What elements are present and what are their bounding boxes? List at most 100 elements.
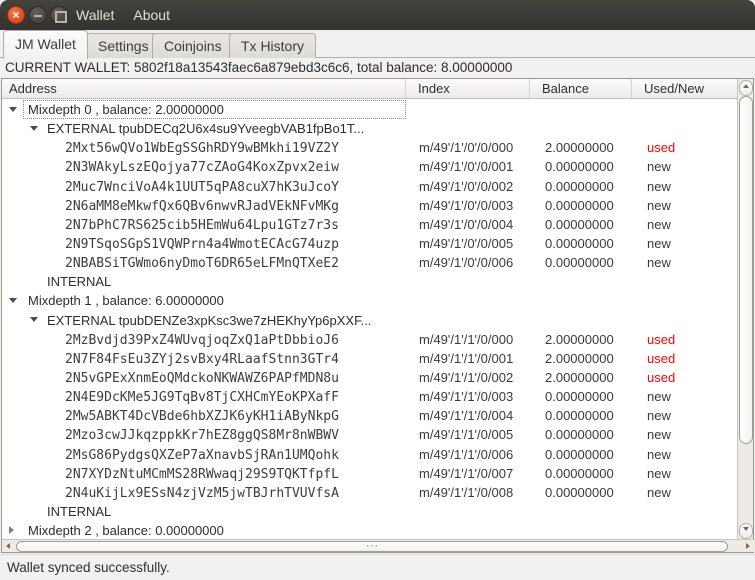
column-header-index[interactable]: Index: [406, 79, 530, 99]
tab-jm-wallet[interactable]: JM Wallet: [3, 30, 88, 59]
menu-about[interactable]: About: [133, 7, 170, 23]
row-label: 2NBABSiTGWmo6nyDmoT6DR65eLFMnQTXeE2: [65, 256, 339, 272]
tree-row-branch[interactable]: INTERNAL: [2, 502, 738, 521]
expand-arrow-icon[interactable]: [9, 526, 14, 535]
address-cell: EXTERNAL tpubDENZe3xpKsc3we7zHEKhyYp6pXX…: [2, 311, 407, 330]
collapse-arrow-icon[interactable]: [9, 106, 17, 112]
status-cell: new: [647, 408, 671, 424]
tree-row-address[interactable]: 2Mw5ABKT4DcVBde6hbXZJK6yKH1iAByNkpG m/49'…: [2, 406, 738, 425]
column-header-usednew[interactable]: Used/New: [632, 79, 738, 99]
tab-tx-history[interactable]: Tx History: [229, 33, 316, 58]
index-cell: m/49'/1'/1'/0/002: [419, 369, 514, 385]
tree-row-address[interactable]: 2N5vGPExXnmEoQMdckoNKWAWZ6PAPfMDN8u m/49'…: [2, 368, 738, 387]
address-cell: Mixdepth 1 , balance: 6.00000000: [2, 291, 407, 310]
tree-row-branch[interactable]: EXTERNAL tpubDENZe3xpKsc3we7zHEKhyYp6pXX…: [2, 311, 738, 330]
row-label: 2N7F84FsEu3ZYj2svBxy4RLaafStnn3GTr4: [65, 351, 339, 367]
balance-cell: 0.00000000: [545, 178, 614, 194]
address-cell: 2Mxt56wQVo1WbEgSSGhRDY9wBMkhi19VZ2Y: [2, 138, 407, 157]
tree-row-address[interactable]: 2N7F84FsEu3ZYj2svBxy4RLaafStnn3GTr4 m/49'…: [2, 349, 738, 368]
status-cell: new: [647, 255, 671, 271]
status-cell: used: [647, 331, 676, 347]
row-label: EXTERNAL tpubDENZe3xpKsc3we7zHEKhyYp6pXX…: [47, 312, 372, 328]
index-cell: m/49'/1'/0'/0/001: [419, 159, 514, 175]
tree-row-address[interactable]: 2MzBvdjd39PxZ4WUvqjoqZxQ1aPtDbbioJ6 m/49'…: [2, 330, 738, 349]
status-cell: new: [647, 197, 671, 213]
tree-row-address[interactable]: 2N6aMM8eMkwfQx6QBv6nwvRJadVEkNFvMKg m/49'…: [2, 196, 738, 215]
tree-row-branch[interactable]: INTERNAL: [2, 272, 738, 291]
collapse-arrow-icon[interactable]: [9, 297, 17, 303]
balance-cell: 0.00000000: [545, 235, 614, 251]
tree-row-address[interactable]: 2Mxt56wQVo1WbEgSSGhRDY9wBMkhi19VZ2Y m/49'…: [2, 138, 738, 157]
menu-wallet[interactable]: Wallet: [76, 7, 114, 23]
index-cell: m/49'/1'/0'/0/002: [419, 178, 514, 194]
horizontal-scrollbar[interactable]: ⋯: [2, 539, 755, 552]
tree-row-address[interactable]: 2Mzo3cwJJkqzppkKr7hEZ8ggQS8Mr8nWBWV m/49'…: [2, 425, 738, 444]
balance-cell: 0.00000000: [545, 408, 614, 424]
address-cell: INTERNAL: [2, 502, 407, 521]
tree-row-address[interactable]: 2N7bPhC7RS625cib5HEmWu64Lpu1GTz7r3s m/49'…: [2, 215, 738, 234]
tab-settings[interactable]: Settings: [86, 33, 161, 58]
index-cell: m/49'/1'/0'/0/003: [419, 197, 514, 213]
balance-cell: 2.00000000: [545, 331, 614, 347]
scroll-down-icon[interactable]: [739, 523, 753, 539]
balance-cell: 2.00000000: [545, 350, 614, 366]
tree-row-branch[interactable]: EXTERNAL tpubDECq2U6x4su9YveegbVAB1fpBo1…: [2, 119, 738, 138]
tree-row-address[interactable]: 2NBABSiTGWmo6nyDmoT6DR65eLFMnQTXeE2 m/49'…: [2, 253, 738, 272]
maximize-icon[interactable]: [50, 6, 68, 24]
status-cell: [633, 521, 738, 540]
status-cell: new: [647, 178, 671, 194]
balance-cell: 0.00000000: [545, 427, 614, 443]
address-cell: EXTERNAL tpubDECq2U6x4su9YveegbVAB1fpBo1…: [2, 119, 407, 138]
tree-row-address[interactable]: 2N4E9DcKMe5JG9TqBv8TjCXHCmYEoKPXafF m/49'…: [2, 387, 738, 406]
index-cell: m/49'/1'/1'/0/003: [419, 389, 514, 405]
vertical-scrollbar[interactable]: [737, 79, 753, 540]
tree-row-address[interactable]: 2N4uKijLx9ESsN4zjVzM5jwTBJrhTVUVfsA m/49'…: [2, 483, 738, 502]
balance-cell: 2.00000000: [545, 369, 614, 385]
status-cell: new: [647, 465, 671, 481]
balance-cell: [531, 119, 633, 138]
address-cell: 2NBABSiTGWmo6nyDmoT6DR65eLFMnQTXeE2: [2, 253, 407, 272]
close-icon[interactable]: ×: [7, 6, 25, 24]
address-cell: 2N4E9DcKMe5JG9TqBv8TjCXHCmYEoKPXafF: [2, 387, 407, 406]
tree-row-address[interactable]: 2N9TSqoSGpS1VQWPrn4a4WmotECAcG74uzp m/49'…: [2, 234, 738, 253]
collapse-arrow-icon[interactable]: [30, 125, 38, 131]
horizontal-scrollbar-thumb[interactable]: ⋯: [16, 539, 728, 552]
index-cell: m/49'/1'/0'/0/005: [419, 235, 514, 251]
row-label: 2N4E9DcKMe5JG9TqBv8TjCXHCmYEoKPXafF: [65, 390, 339, 406]
index-cell: [407, 100, 531, 119]
row-label: EXTERNAL tpubDECq2U6x4su9YveegbVAB1fpBo1…: [47, 121, 365, 137]
status-cell: new: [647, 216, 671, 232]
index-cell: m/49'/1'/1'/0/008: [419, 484, 514, 500]
index-cell: m/49'/1'/1'/0/007: [419, 465, 514, 481]
minimize-icon[interactable]: [29, 6, 47, 24]
tree-row-address[interactable]: 2Muc7WnciVoA4k1UUT5qPA8cuX7hK3uJcoY m/49'…: [2, 177, 738, 196]
index-cell: [407, 311, 531, 330]
address-cell: 2MsG86PydgsQXZeP7aXnavbSjRAn1UMQohk: [2, 445, 407, 464]
tree-row-address[interactable]: 2N3WAkyLszEQojya77cZAoG4KoxZpvx2eiw m/49'…: [2, 157, 738, 176]
balance-cell: 0.00000000: [545, 389, 614, 405]
status-cell: used: [647, 140, 676, 156]
status-cell: [633, 100, 738, 119]
tree-row-address[interactable]: 2N7XYDzNtuMCmMS28RWwaqj29S9TQKTfpfL m/49'…: [2, 464, 738, 483]
index-cell: m/49'/1'/1'/0/005: [419, 427, 514, 443]
address-cell: Mixdepth 2 , balance: 0.00000000: [2, 521, 407, 540]
vertical-scrollbar-thumb[interactable]: [739, 96, 753, 444]
row-label: 2Mw5ABKT4DcVBde6hbXZJK6yKH1iAByNkpG: [65, 409, 339, 425]
tree-row-address[interactable]: 2MsG86PydgsQXZeP7aXnavbSjRAn1UMQohk m/49'…: [2, 445, 738, 464]
address-cell: INTERNAL: [2, 272, 407, 291]
scroll-right-icon[interactable]: [742, 541, 754, 552]
scroll-up-icon[interactable]: [739, 80, 753, 96]
collapse-arrow-icon[interactable]: [30, 317, 38, 323]
index-cell: m/49'/1'/1'/0/001: [419, 350, 514, 366]
column-header-balance[interactable]: Balance: [530, 79, 632, 99]
balance-cell: 0.00000000: [545, 465, 614, 481]
row-label: 2N3WAkyLszEQojya77cZAoG4KoxZpvx2eiw: [65, 160, 339, 176]
tree-row-mixdepth[interactable]: Mixdepth 0 , balance: 2.00000000: [2, 100, 738, 120]
status-cell: used: [647, 369, 676, 385]
tab-coinjoins[interactable]: Coinjoins: [152, 33, 234, 58]
status-cell: [633, 272, 738, 291]
scroll-left-icon[interactable]: [3, 541, 15, 552]
tree-row-mixdepth[interactable]: Mixdepth 1 , balance: 6.00000000: [2, 291, 738, 310]
row-label: 2Mxt56wQVo1WbEgSSGhRDY9wBMkhi19VZ2Y: [65, 141, 339, 157]
column-header-address[interactable]: Address: [2, 79, 406, 99]
